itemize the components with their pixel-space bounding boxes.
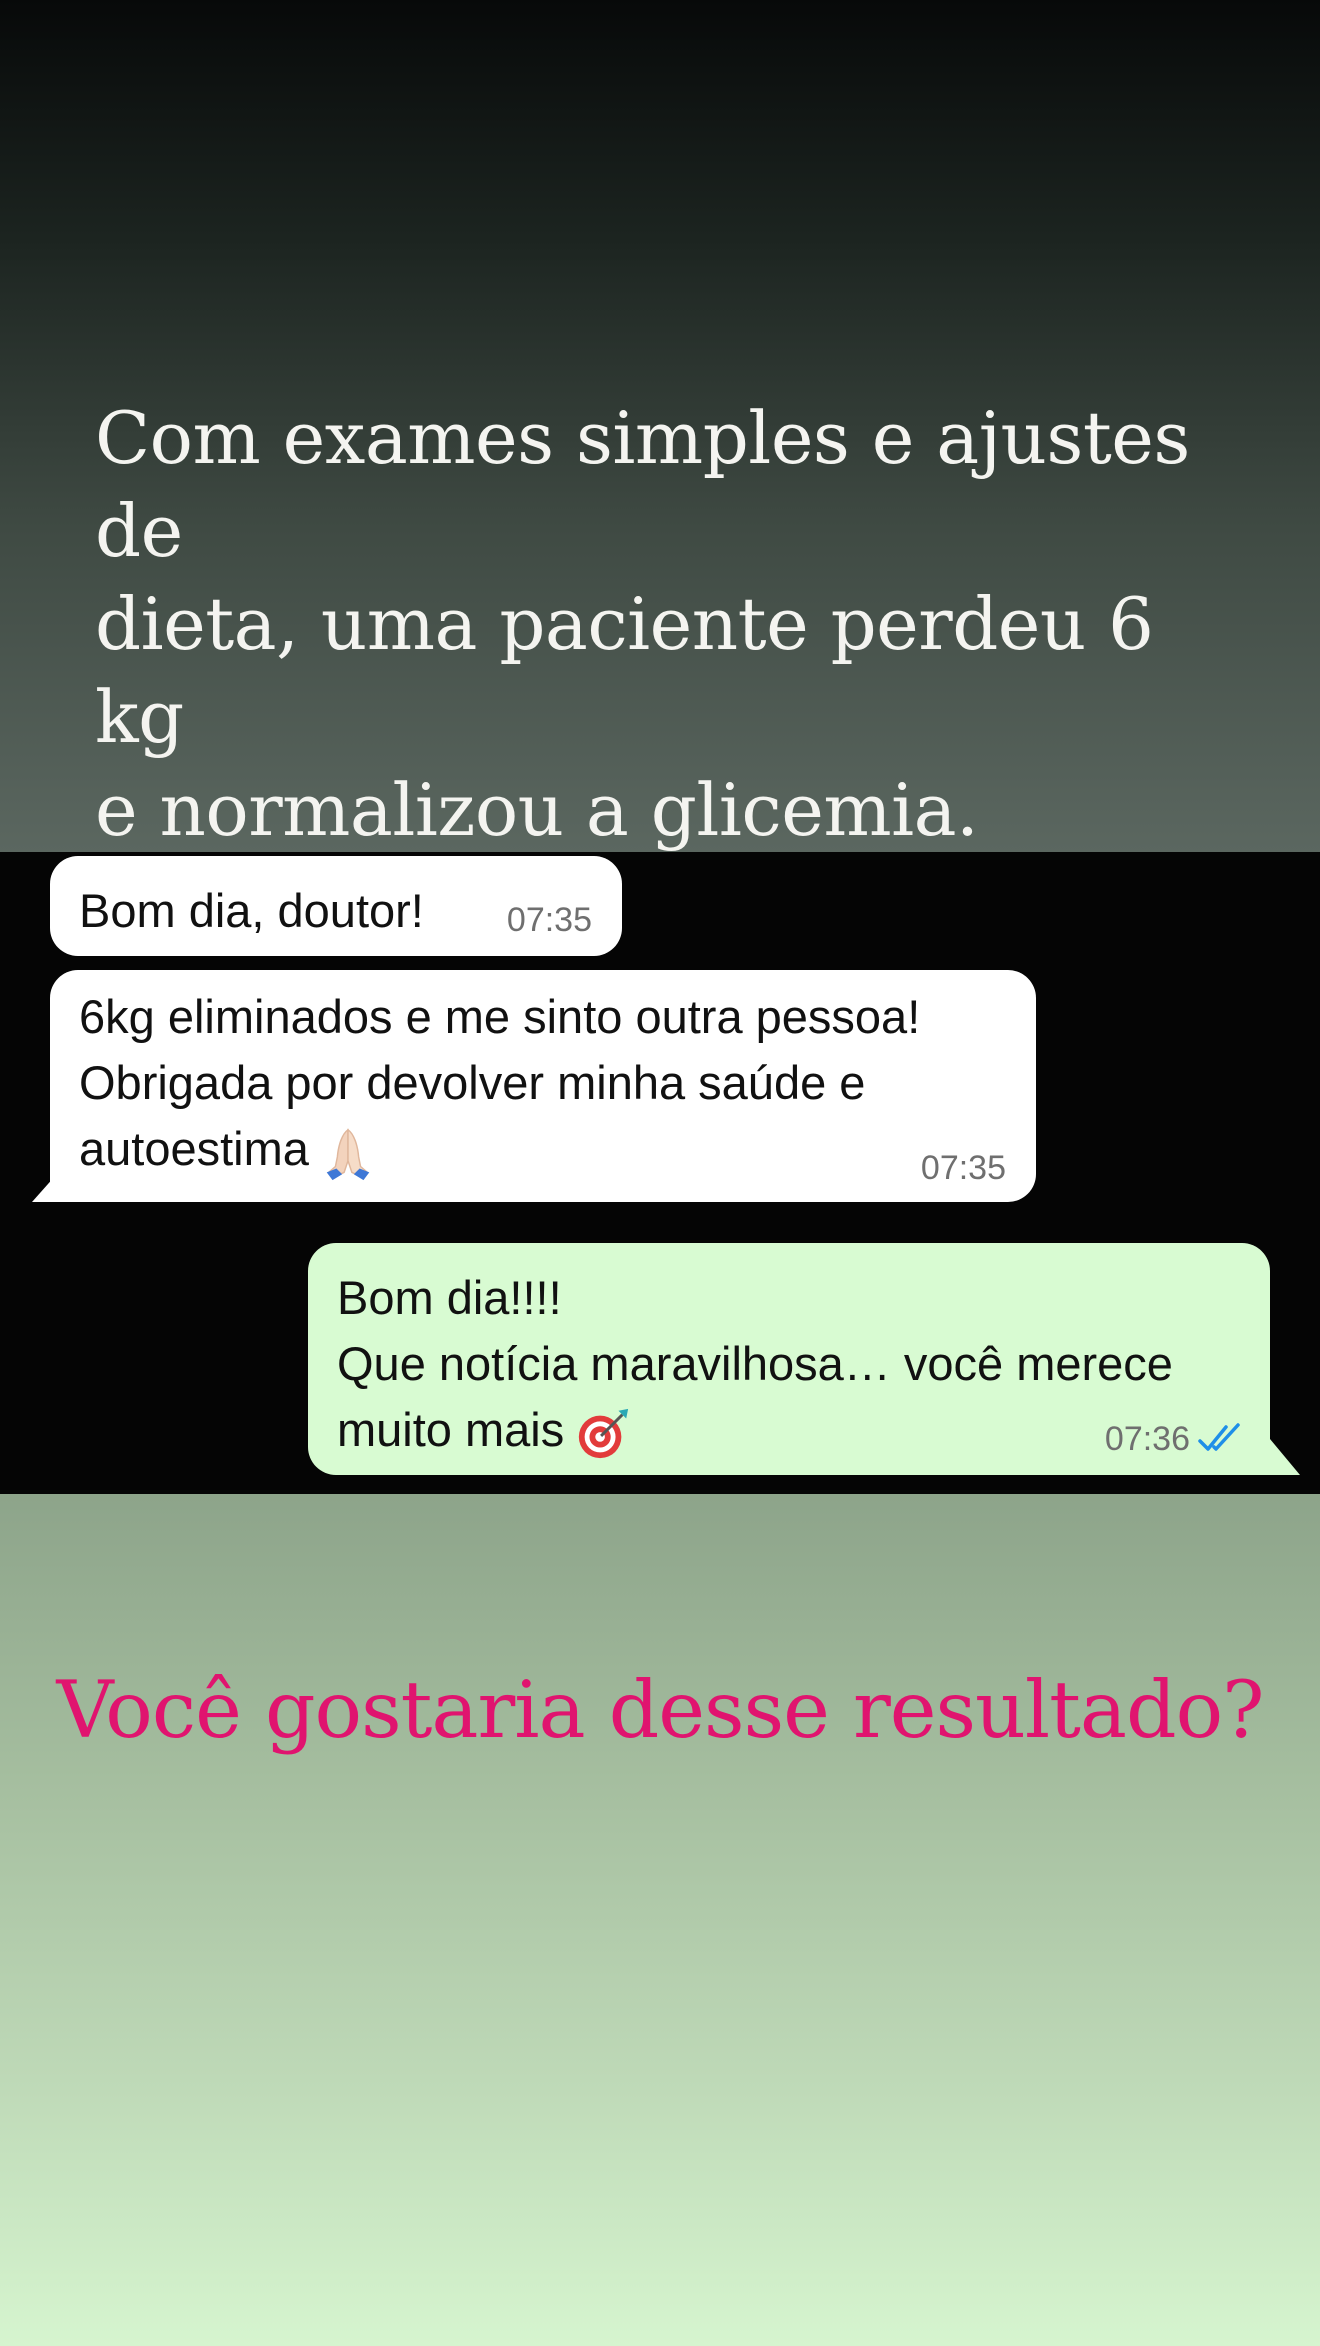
read-double-check-icon bbox=[1198, 1423, 1240, 1451]
message-text-content: Bom dia!!!! Que notícia maravilhosa… voc… bbox=[337, 1271, 1173, 1456]
message-time: 07:36 bbox=[1104, 1420, 1190, 1458]
bubble-tail-outgoing bbox=[1270, 1439, 1300, 1475]
direct-hit-icon bbox=[579, 1408, 629, 1458]
message-bubble-incoming-2[interactable]: 6kg eliminados e me sinto outra pessoa! … bbox=[50, 970, 1036, 1202]
message-time: 07:35 bbox=[506, 901, 592, 939]
message-text-content: 6kg eliminados e me sinto outra pessoa! … bbox=[79, 990, 921, 1175]
message-time: 07:35 bbox=[920, 1149, 1006, 1187]
folded-hands-icon bbox=[326, 1128, 370, 1180]
call-to-action-question: Você gostaria desse resultado? bbox=[56, 1664, 1264, 1756]
message-bubble-incoming-1[interactable]: Bom dia, doutor! 07:35 bbox=[50, 856, 622, 956]
message-text: 6kg eliminados e me sinto outra pessoa! … bbox=[79, 984, 1007, 1182]
headline-text: Com exames simples e ajustes de dieta, u… bbox=[95, 396, 1190, 852]
message-bubble-outgoing-1[interactable]: Bom dia!!!! Que notícia maravilhosa… voc… bbox=[308, 1243, 1270, 1475]
call-to-action-panel bbox=[0, 1494, 1320, 2346]
